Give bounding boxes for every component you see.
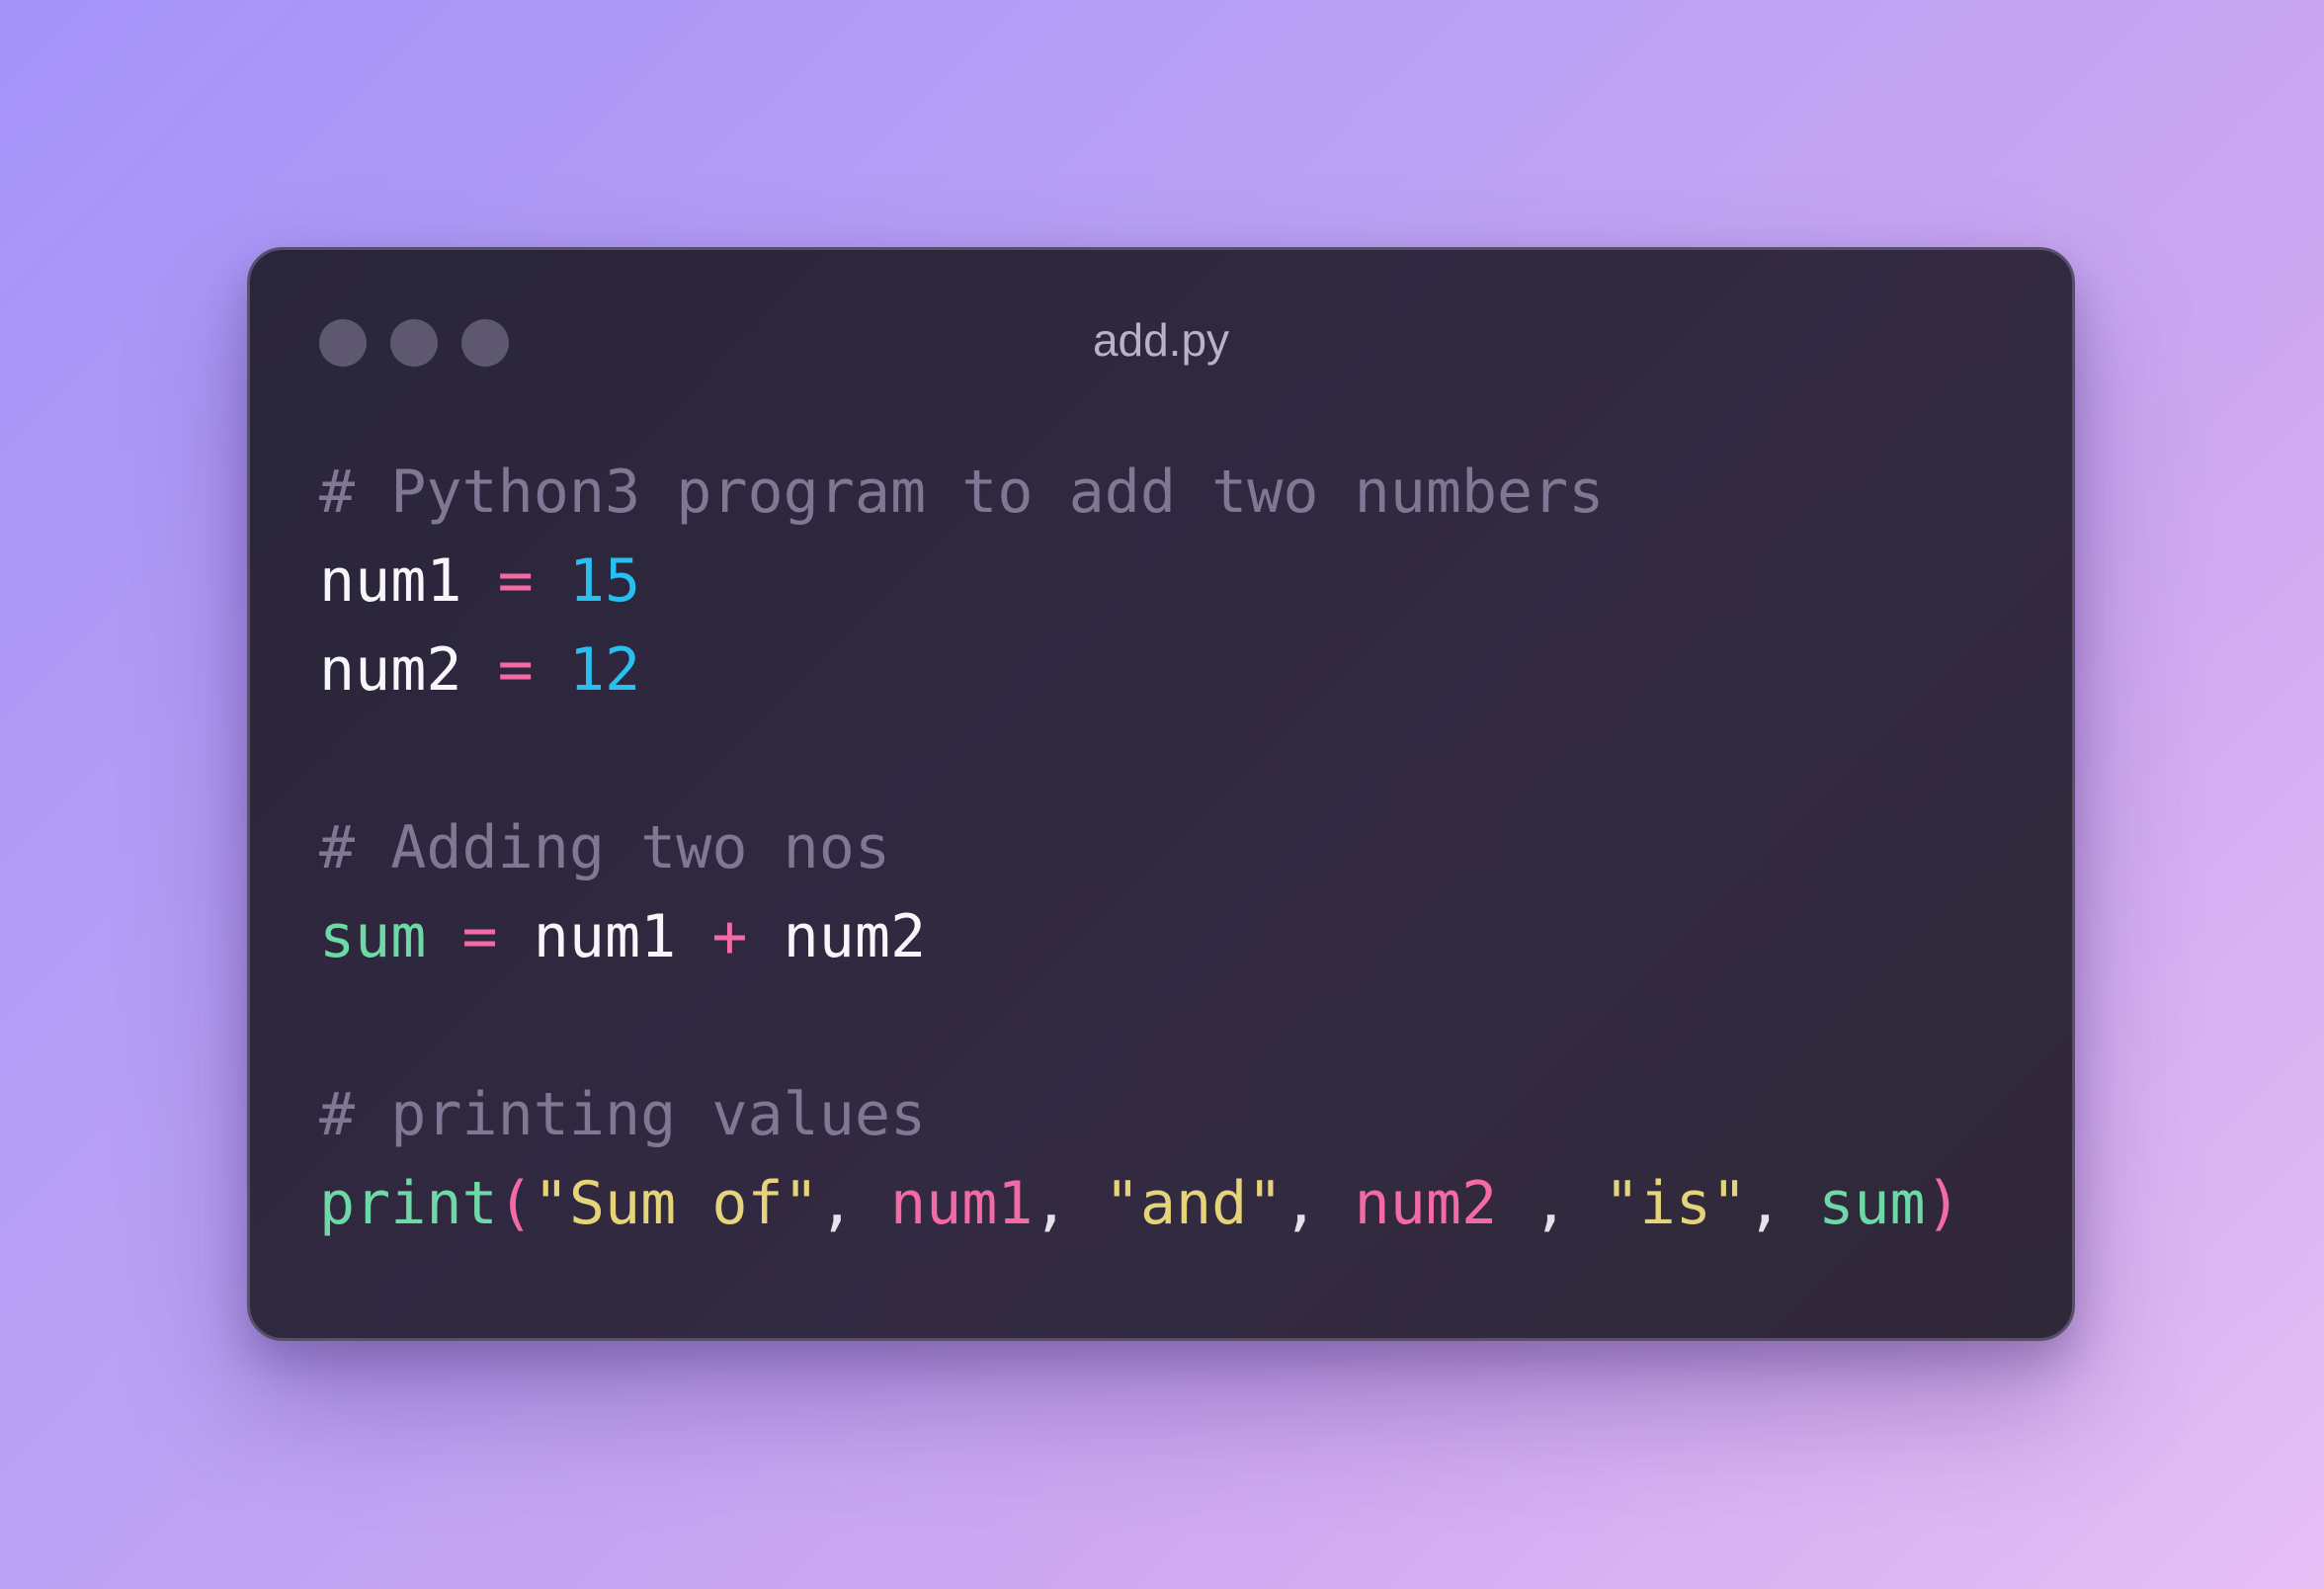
code-token-ident: num1 [533,902,677,971]
code-line: # printing values [319,1070,1961,1159]
code-token-op: = [497,546,534,616]
code-window: add.py # Python3 program to add two numb… [247,247,2075,1341]
code-token-ident: num1 [319,546,462,616]
code-token-arg: num1 [889,1169,1034,1238]
code-token-op: = [497,635,534,705]
code-line: num2 = 12 [319,626,1961,714]
code-token-op: = [461,902,498,971]
code-token-func: sum [319,902,427,971]
code-token-ident: num2 [319,635,462,705]
code-token-ident [534,546,569,616]
code-token-num: 15 [568,546,641,616]
code-token-ident [676,902,711,971]
code-token-comment: # Adding two nos [319,813,890,882]
code-token-ident [462,546,498,616]
code-token-punct: , [1746,1169,1819,1238]
code-token-ident [462,635,498,705]
code-line: sum = num1 + num2 [319,892,1961,981]
code-token-ident [426,902,461,971]
code-token-punct: , [1033,1169,1105,1238]
code-token-num: 12 [568,635,641,705]
window-title: add.py [1092,314,1230,366]
code-token-punct: , [1283,1169,1355,1238]
code-token-func: sum [1818,1169,1926,1238]
code-token-comment: # Python3 program to add two numbers [319,458,1605,527]
code-token-punct: , [818,1169,890,1238]
code-token-op: + [711,902,748,971]
code-token-punct: , [1497,1169,1605,1238]
code-token-str: "and" [1104,1169,1284,1238]
code-token-ident [534,635,569,705]
code-token-ident [498,902,534,971]
code-block: # Python3 program to add two numbers num1… [319,448,1961,1248]
code-token-op: ( [497,1169,534,1238]
code-token-str: "is" [1604,1169,1747,1238]
code-token-func: print [319,1169,498,1238]
code-line: # Python3 program to add two numbers [319,448,1961,537]
code-line: # Adding two nos [319,803,1961,892]
code-token-op: ) [1925,1169,1961,1238]
code-token-ident [748,902,784,971]
code-line: num1 = 15 [319,537,1961,626]
code-token-ident: num2 [783,902,927,971]
code-token-comment: # printing values [319,1080,927,1149]
code-line: print("Sum of", num1, "and", num2 , "is"… [319,1159,1961,1248]
code-token-arg: num2 [1354,1169,1498,1238]
code-token-str: "Sum of" [533,1169,819,1238]
